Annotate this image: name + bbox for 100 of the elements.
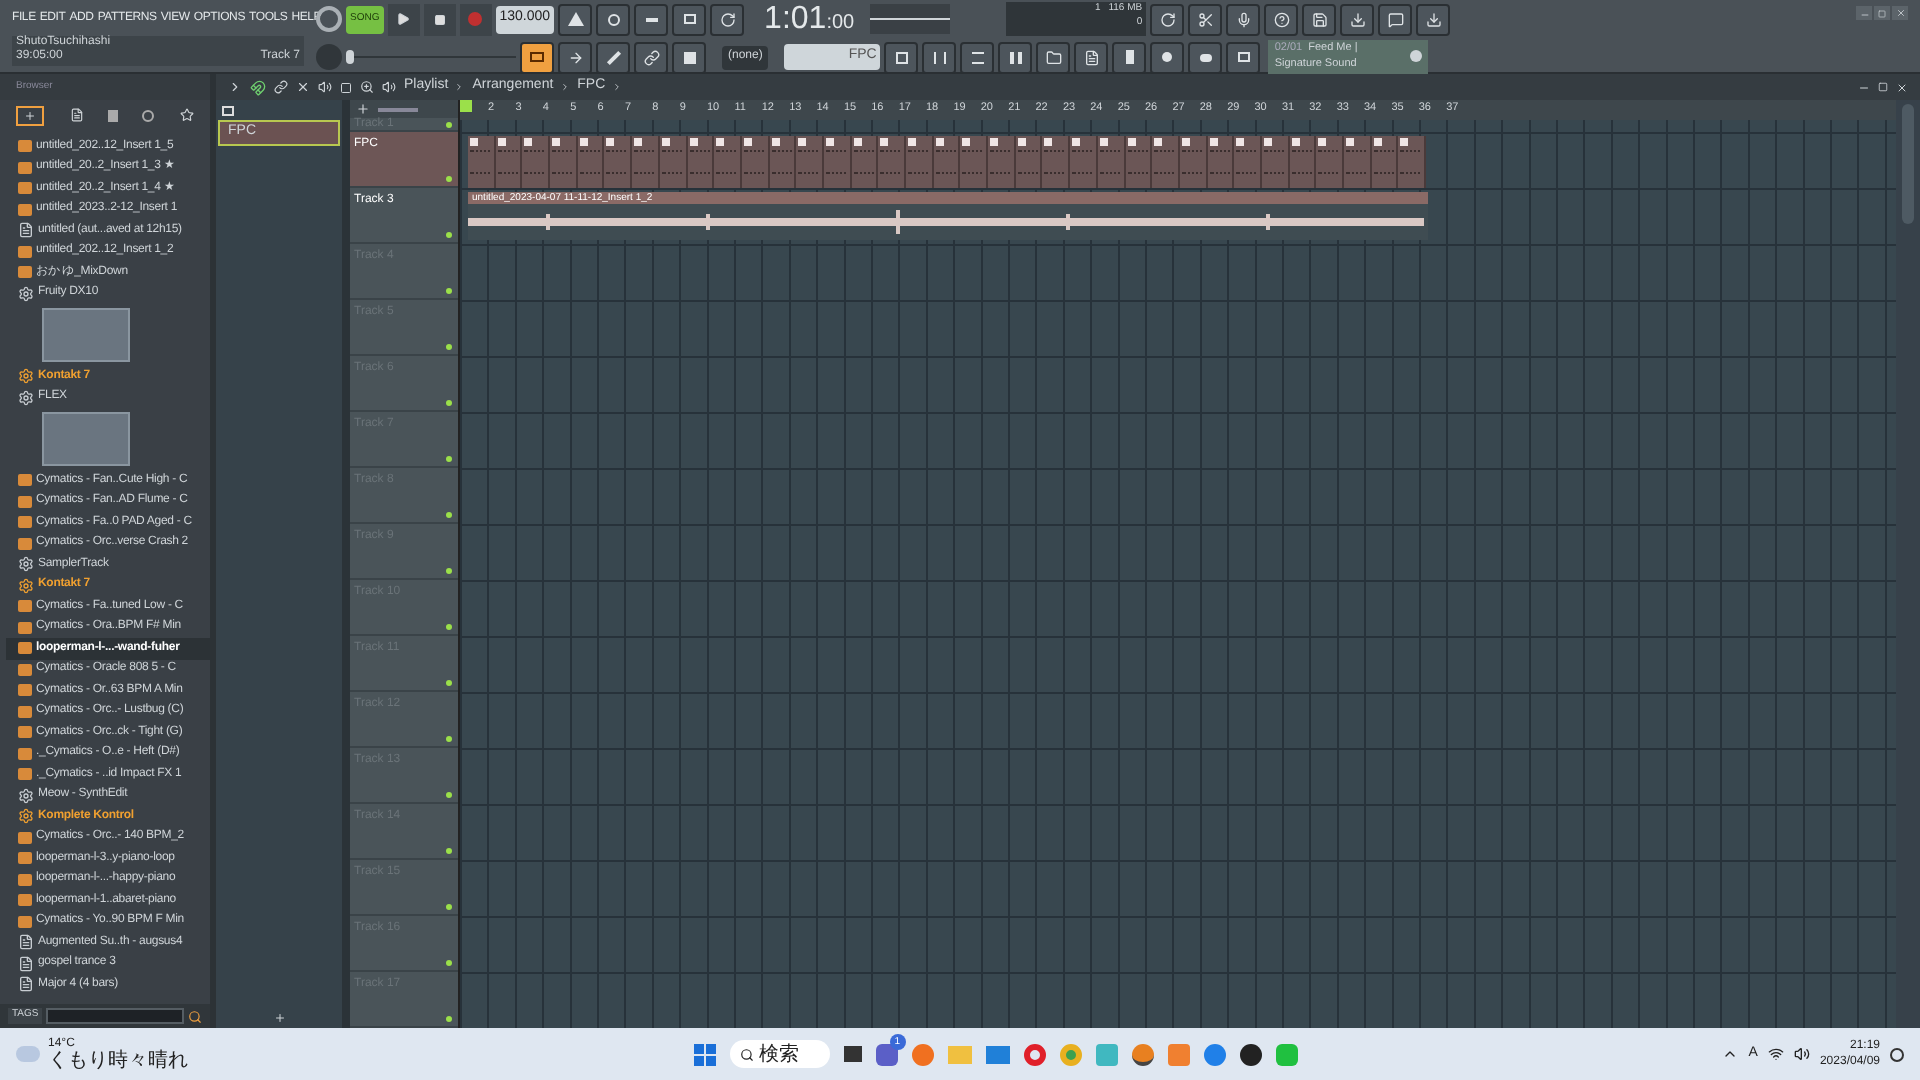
track-enable-led[interactable] [446, 122, 452, 128]
playhead-marker[interactable] [460, 100, 472, 112]
brush-button[interactable] [596, 41, 630, 73]
track-enable-led[interactable] [446, 736, 452, 742]
pattern-clip[interactable] [851, 136, 879, 188]
star-icon[interactable] [179, 108, 194, 122]
download-button[interactable] [1416, 3, 1451, 35]
pattern-clip[interactable] [1070, 136, 1098, 188]
pattern-clip[interactable] [1344, 136, 1372, 188]
track-enable-led[interactable] [446, 176, 452, 182]
track-enable-led[interactable] [446, 624, 452, 630]
pattern-clip[interactable] [1261, 136, 1290, 188]
keyboard-button[interactable] [672, 3, 707, 35]
mute-icon[interactable] [318, 80, 332, 94]
pattern-clip[interactable] [550, 136, 578, 188]
track-enable-led[interactable] [446, 680, 452, 686]
pattern-clip[interactable] [796, 136, 824, 188]
search-icon[interactable] [188, 1009, 202, 1023]
browser-button[interactable] [1036, 41, 1071, 73]
pattern-clip[interactable] [687, 136, 715, 188]
track-enable-led[interactable] [446, 568, 452, 574]
file-button[interactable] [1074, 41, 1109, 73]
pattern-clip[interactable] [769, 136, 797, 188]
pattern-clip[interactable] [632, 136, 660, 188]
help-button[interactable] [1264, 3, 1299, 35]
link-button[interactable] [634, 41, 668, 73]
file-icon[interactable] [69, 108, 84, 122]
export-button[interactable] [1340, 3, 1375, 35]
pattern-clip[interactable] [714, 136, 742, 188]
sliders-button[interactable] [998, 41, 1033, 73]
minimize-icon[interactable] [1858, 81, 1870, 93]
close-icon[interactable] [1892, 6, 1908, 20]
save-button[interactable] [1302, 3, 1337, 35]
pattern-clip[interactable] [604, 136, 633, 188]
pattern-clip[interactable] [659, 136, 687, 188]
scrollbar-thumb[interactable] [1902, 104, 1914, 224]
track-enable-led[interactable] [446, 344, 452, 350]
stop-button[interactable] [423, 3, 456, 35]
track-enable-led[interactable] [446, 848, 452, 854]
pattern-clip[interactable] [741, 136, 770, 188]
chevron-icon[interactable] [1722, 1046, 1739, 1062]
chat-app-icon[interactable] [875, 1043, 898, 1065]
camera-app-icon[interactable] [1239, 1043, 1262, 1065]
task-view-icon[interactable] [843, 1046, 862, 1062]
pattern-clip[interactable] [522, 136, 551, 188]
loop-record-button[interactable] [710, 3, 745, 35]
search-field[interactable]: 検索 [729, 1040, 830, 1068]
person-button[interactable] [1150, 41, 1185, 73]
track-enable-led[interactable] [446, 512, 452, 518]
mail-app-icon[interactable] [985, 1045, 1010, 1063]
refresh-button[interactable] [1150, 3, 1185, 35]
pattern-clip[interactable] [960, 136, 989, 188]
all-tab[interactable] [16, 105, 45, 125]
piano-roll-button[interactable] [520, 41, 554, 73]
track-enable-led[interactable] [446, 1016, 452, 1022]
pattern-clip[interactable] [988, 136, 1016, 188]
pattern-clip[interactable] [577, 136, 605, 188]
cart-button[interactable] [1226, 41, 1261, 73]
select-icon[interactable] [340, 81, 352, 93]
delete-icon[interactable] [296, 80, 310, 94]
pattern-clip[interactable] [1015, 136, 1043, 188]
pattern-clip[interactable] [468, 136, 496, 188]
pattern-clip[interactable] [1097, 136, 1125, 188]
pattern-clip[interactable] [1371, 136, 1399, 188]
start-icon[interactable] [693, 1043, 716, 1065]
master-pitch-slider[interactable] [346, 50, 354, 64]
tags-field[interactable] [46, 1008, 184, 1024]
wait-button[interactable] [596, 3, 631, 35]
magnet-icon[interactable] [250, 79, 266, 95]
metronome-button[interactable] [558, 3, 593, 35]
pattern-clip[interactable] [878, 136, 906, 188]
stamp-button[interactable] [672, 41, 706, 73]
pattern-clip[interactable] [1207, 136, 1235, 188]
pattern-clip[interactable] [1152, 136, 1180, 188]
speaker-icon[interactable] [1793, 1046, 1810, 1062]
pattern-clip[interactable] [1125, 136, 1153, 188]
pattern-clip[interactable] [906, 136, 934, 188]
track-enable-led[interactable] [446, 960, 452, 966]
zoom-icon[interactable] [360, 80, 374, 94]
track-enable-led[interactable] [446, 232, 452, 238]
pattern-clip[interactable] [1316, 136, 1344, 188]
network-icon[interactable] [1767, 1046, 1784, 1062]
chrome-app-icon[interactable] [1059, 1043, 1082, 1065]
pattern-clip[interactable] [1179, 136, 1208, 188]
opera-app-icon[interactable] [1023, 1043, 1046, 1065]
pattern-clip[interactable] [1042, 136, 1071, 188]
pattern-clip[interactable] [933, 136, 961, 188]
pattern-clip[interactable] [1398, 136, 1427, 188]
mouse-button[interactable] [1188, 41, 1223, 73]
track-enable-led[interactable] [446, 792, 452, 798]
track-enable-led[interactable] [446, 456, 452, 462]
chat-button[interactable] [1378, 3, 1413, 35]
fruit-app-icon[interactable] [1131, 1043, 1154, 1065]
cut-button[interactable] [1188, 3, 1223, 35]
track-enable-led[interactable] [446, 904, 452, 910]
pattern-clip[interactable] [1289, 136, 1317, 188]
arrow-button[interactable] [558, 41, 592, 73]
track-enable-led[interactable] [446, 288, 452, 294]
track-enable-led[interactable] [446, 400, 452, 406]
play-button[interactable] [387, 3, 420, 35]
